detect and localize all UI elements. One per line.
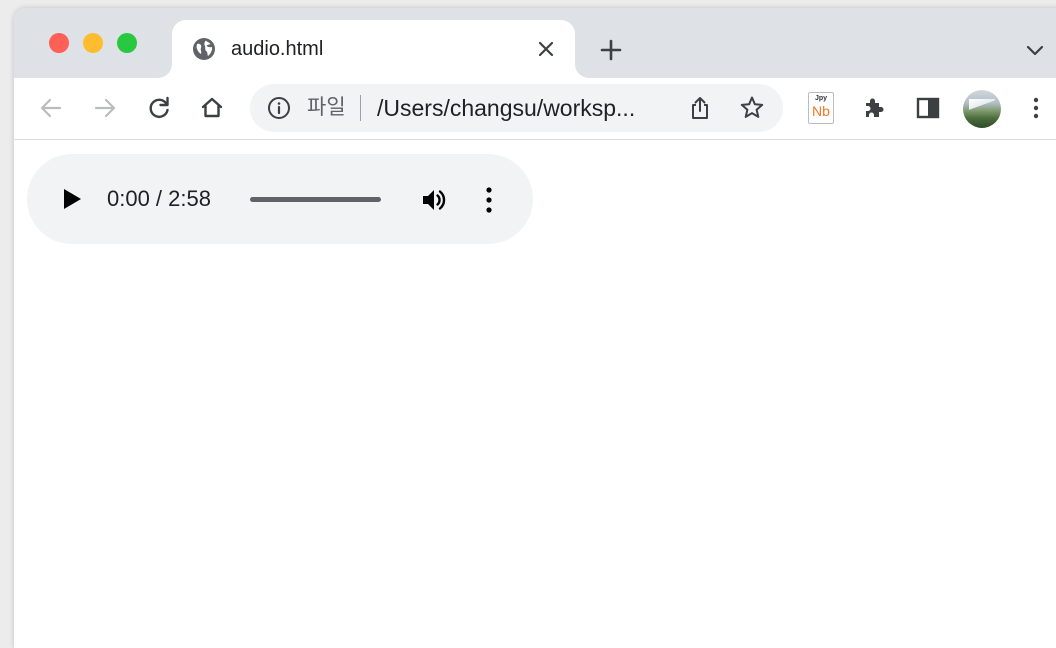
url-text[interactable]: /Users/changsu/worksp... [377, 94, 635, 122]
info-icon[interactable] [267, 96, 291, 120]
tab-strip: audio.html [14, 8, 1056, 78]
jupyter-top-label: Jpy [814, 95, 828, 102]
close-icon[interactable] [535, 38, 557, 60]
more-vert-icon[interactable] [1022, 94, 1050, 122]
puzzle-icon[interactable] [860, 94, 888, 122]
browser-window: audio.html 파일 /Users/changsu/worksp... J… [14, 8, 1056, 648]
home-icon[interactable] [198, 94, 226, 122]
volume-icon[interactable] [420, 186, 448, 214]
jupyter-notebook-icon[interactable]: Jpy Nb [808, 92, 834, 124]
arrow-forward-icon[interactable] [91, 94, 119, 122]
share-icon[interactable] [687, 95, 713, 121]
avatar[interactable] [963, 90, 1001, 128]
toolbar: 파일 /Users/changsu/worksp... Jpy Nb [14, 78, 1056, 140]
address-bar[interactable]: 파일 /Users/changsu/worksp... [250, 84, 783, 132]
audio-player[interactable]: 0:00 / 2:58 [27, 154, 533, 244]
more-vert-icon[interactable] [483, 186, 495, 214]
reload-icon[interactable] [145, 94, 173, 122]
page-content: 0:00 / 2:58 [14, 140, 1056, 648]
seek-slider[interactable] [250, 197, 381, 202]
seek-slider-fill [250, 197, 381, 202]
globe-icon [193, 38, 215, 60]
close-window-button[interactable] [49, 33, 69, 53]
chevron-down-icon[interactable] [1025, 41, 1045, 61]
scheme-label: 파일 [307, 96, 346, 119]
tab-audio-html[interactable]: audio.html [172, 20, 575, 78]
new-tab-button[interactable] [599, 38, 623, 62]
star-icon[interactable] [739, 95, 765, 121]
arrow-back-icon[interactable] [37, 94, 65, 122]
play-icon[interactable] [61, 187, 83, 211]
minimize-window-button[interactable] [83, 33, 103, 53]
side-panel-icon[interactable] [914, 94, 942, 122]
time-display: 0:00 / 2:58 [107, 186, 211, 211]
jupyter-bottom-label: Nb [812, 103, 830, 119]
zoom-window-button[interactable] [117, 33, 137, 53]
omnibox-divider [360, 95, 361, 121]
tab-title: audio.html [231, 38, 324, 60]
